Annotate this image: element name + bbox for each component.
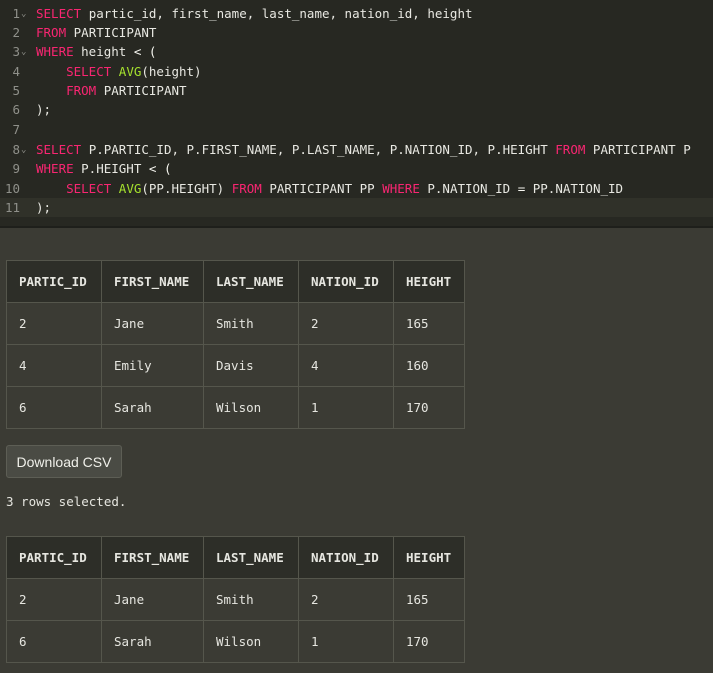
table-cell: 2 [6, 578, 102, 621]
table-row: 2 Jane Smith 2 165 [6, 578, 465, 621]
download-csv-button[interactable]: Download CSV [6, 445, 122, 478]
result-table: PARTIC_ID FIRST_NAME LAST_NAME NATION_ID… [6, 260, 465, 429]
line-number: 8 [12, 142, 20, 157]
table-cell: 1 [298, 386, 394, 429]
table-cell: 4 [6, 344, 102, 387]
code-text: SELECT AVG(height) [66, 64, 202, 79]
line-number: 11 [4, 200, 20, 215]
column-header: FIRST_NAME [101, 260, 204, 303]
fold-arrow-icon[interactable]: ⌄ [21, 43, 26, 62]
column-header: LAST_NAME [203, 260, 299, 303]
table-header-row: PARTIC_ID FIRST_NAME LAST_NAME NATION_ID… [6, 536, 465, 579]
column-header: PARTIC_ID [6, 536, 102, 579]
fold-arrow-icon[interactable]: ⌄ [21, 141, 26, 160]
table-cell: Sarah [101, 620, 204, 663]
table-cell: Wilson [203, 386, 299, 429]
table-cell: 160 [393, 344, 465, 387]
code-text: WHERE height < ( [36, 44, 157, 59]
column-header: FIRST_NAME [101, 536, 204, 579]
table-cell: 2 [298, 302, 394, 345]
column-header: HEIGHT [393, 536, 465, 579]
line-number: 9 [12, 161, 20, 176]
table-cell: 2 [298, 578, 394, 621]
column-header: PARTIC_ID [6, 260, 102, 303]
code-line[interactable]: 6 ); [0, 100, 713, 119]
code-line[interactable]: 2 FROM PARTICIPANT [0, 23, 713, 42]
line-number: 1 [12, 6, 20, 21]
table-row: 4 Emily Davis 4 160 [6, 344, 465, 387]
column-header: HEIGHT [393, 260, 465, 303]
code-line[interactable]: 10 SELECT AVG(PP.HEIGHT) FROM PARTICIPAN… [0, 179, 713, 198]
line-number: 2 [12, 25, 20, 40]
line-number: 7 [12, 122, 20, 137]
code-line[interactable]: 4 SELECT AVG(height) [0, 62, 713, 81]
code-text: ); [36, 200, 52, 215]
table-cell: Smith [203, 302, 299, 345]
table-cell: 165 [393, 578, 465, 621]
table-cell: Davis [203, 344, 299, 387]
table-row: 6 Sarah Wilson 1 170 [6, 620, 465, 663]
result-table: PARTIC_ID FIRST_NAME LAST_NAME NATION_ID… [6, 536, 465, 663]
code-line[interactable]: 9 WHERE P.HEIGHT < ( [0, 159, 713, 178]
column-header: NATION_ID [298, 536, 394, 579]
table-cell: 6 [6, 620, 102, 663]
code-text: ); [36, 102, 52, 117]
line-number: 4 [12, 64, 20, 79]
rows-selected-status: 3 rows selected. [6, 494, 127, 509]
code-line-active[interactable]: 11 ); [0, 198, 713, 217]
code-text: FROM PARTICIPANT [36, 25, 157, 40]
code-line[interactable]: 1 ⌄ SELECT partic_id, first_name, last_n… [0, 4, 713, 23]
table-cell: 165 [393, 302, 465, 345]
results-panel: PARTIC_ID FIRST_NAME LAST_NAME NATION_ID… [0, 228, 713, 673]
line-number: 10 [4, 181, 20, 196]
line-number: 6 [12, 102, 20, 117]
table-cell: Sarah [101, 386, 204, 429]
column-header: LAST_NAME [203, 536, 299, 579]
sql-editor[interactable]: 1 ⌄ SELECT partic_id, first_name, last_n… [0, 0, 713, 228]
table-row: 2 Jane Smith 2 165 [6, 302, 465, 345]
table-cell: Jane [101, 302, 204, 345]
table-cell: 2 [6, 302, 102, 345]
code-text: SELECT AVG(PP.HEIGHT) FROM PARTICIPANT P… [66, 181, 624, 196]
table-cell: 170 [393, 386, 465, 429]
fold-arrow-icon[interactable]: ⌄ [21, 5, 26, 24]
code-text: FROM PARTICIPANT [66, 83, 187, 98]
column-header: NATION_ID [298, 260, 394, 303]
code-line[interactable]: 8 ⌄ SELECT P.PARTIC_ID, P.FIRST_NAME, P.… [0, 140, 713, 159]
table-cell: 6 [6, 386, 102, 429]
code-text: SELECT partic_id, first_name, last_name,… [36, 6, 473, 21]
table-cell: Jane [101, 578, 204, 621]
table-header-row: PARTIC_ID FIRST_NAME LAST_NAME NATION_ID… [6, 260, 465, 303]
table-cell: 170 [393, 620, 465, 663]
table-cell: 1 [298, 620, 394, 663]
table-cell: 4 [298, 344, 394, 387]
code-line[interactable]: 5 FROM PARTICIPANT [0, 81, 713, 100]
table-row: 6 Sarah Wilson 1 170 [6, 386, 465, 429]
line-number: 5 [12, 83, 20, 98]
table-cell: Smith [203, 578, 299, 621]
code-text: WHERE P.HEIGHT < ( [36, 161, 172, 176]
code-text: SELECT P.PARTIC_ID, P.FIRST_NAME, P.LAST… [36, 142, 691, 157]
code-line[interactable]: 7 [0, 120, 713, 139]
code-line[interactable]: 3 ⌄ WHERE height < ( [0, 42, 713, 61]
line-number: 3 [12, 44, 20, 59]
table-cell: Wilson [203, 620, 299, 663]
table-cell: Emily [101, 344, 204, 387]
